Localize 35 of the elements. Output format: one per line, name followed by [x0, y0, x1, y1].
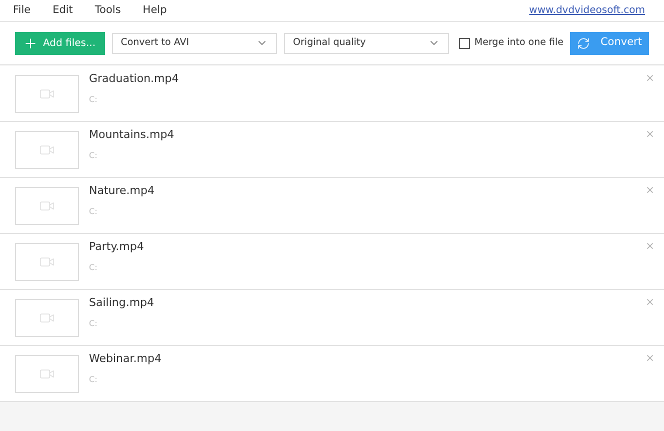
close-icon[interactable] [645, 297, 655, 307]
menu-item[interactable]: File [13, 2, 31, 18]
file-row[interactable]: Nature.mp4 C: [0, 178, 664, 234]
website-link[interactable]: www.dvdvideosoft.com [529, 3, 645, 18]
file-name: Sailing.mp4 [89, 295, 154, 312]
close-icon[interactable] [645, 185, 655, 195]
file-path: C: [89, 262, 98, 274]
menu-item[interactable]: Help [142, 2, 167, 18]
file-name: Nature.mp4 [89, 183, 154, 200]
menu-item[interactable]: Tools [94, 2, 121, 18]
file-row[interactable]: Graduation.mp4 C: [0, 66, 664, 122]
file-name: Graduation.mp4 [89, 71, 179, 88]
file-row[interactable]: Party.mp4 C: [0, 234, 664, 290]
quality-dropdown[interactable]: Original quality [284, 32, 450, 54]
file-name: Webinar.mp4 [89, 351, 162, 368]
file-row[interactable]: Sailing.mp4 C: [0, 290, 664, 346]
file-name: Mountains.mp4 [89, 127, 174, 144]
close-icon[interactable] [645, 353, 655, 363]
menu-item[interactable]: Edit [52, 2, 73, 18]
file-row[interactable]: Mountains.mp4 C: [0, 122, 664, 178]
file-path: C: [89, 94, 98, 106]
file-path: C: [89, 374, 98, 386]
close-icon[interactable] [645, 241, 655, 251]
file-row[interactable]: Webinar.mp4 C: [0, 346, 664, 402]
merge-checkbox[interactable] [459, 38, 470, 48]
file-path: C: [89, 150, 98, 162]
file-name: Party.mp4 [89, 239, 144, 256]
close-icon[interactable] [645, 129, 655, 139]
refresh-icon [577, 36, 590, 50]
close-icon[interactable] [645, 73, 655, 83]
merge-label: Merge into one file [474, 36, 564, 50]
plus-icon [23, 36, 38, 50]
format-dropdown[interactable]: Convert to AVI [112, 32, 278, 54]
file-path: C: [89, 206, 98, 218]
file-path: C: [89, 318, 98, 330]
